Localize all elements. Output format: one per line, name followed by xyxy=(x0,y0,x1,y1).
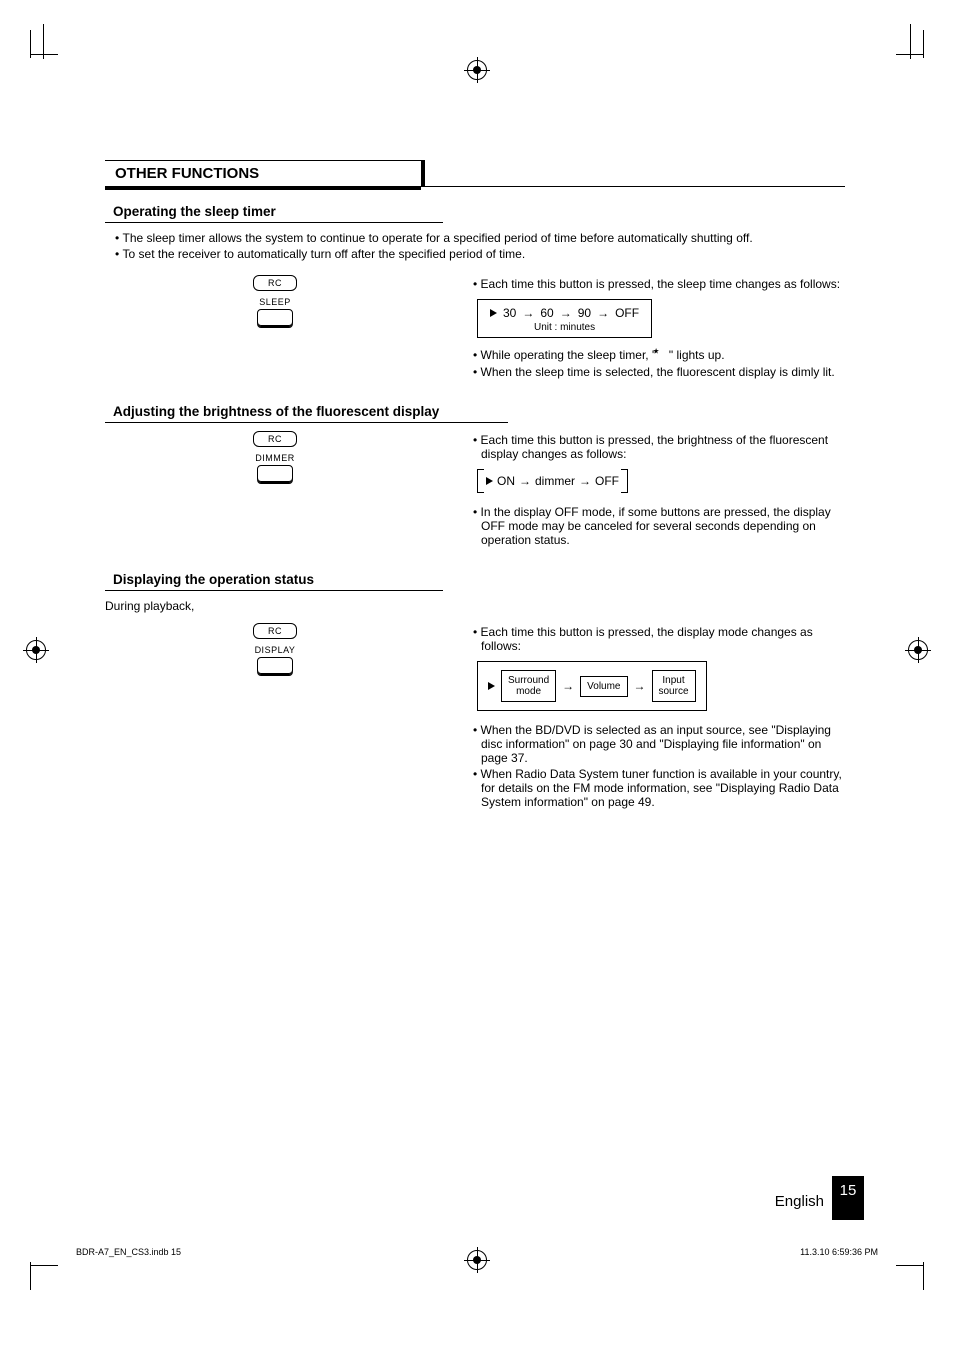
page-content: OTHER FUNCTIONS Operating the sleep time… xyxy=(105,160,845,831)
section-title: OTHER FUNCTIONS xyxy=(105,160,425,186)
registration-mark-bottom xyxy=(467,1250,487,1270)
footer-file: BDR-A7_EN_CS3.indb 15 xyxy=(76,1247,181,1257)
crop-mark-tr xyxy=(895,30,924,58)
footer-timestamp: 11.3.10 6:59:36 PM xyxy=(800,1247,878,1257)
key-icon-sleep xyxy=(257,309,293,327)
dimmer-note-1: • Each time this button is pressed, the … xyxy=(481,433,845,461)
sleep-cycle-off: OFF xyxy=(615,306,639,320)
tri-icon xyxy=(490,309,497,317)
rc-badge-dimmer: RC xyxy=(253,431,297,447)
button-label-dimmer: DIMMER xyxy=(255,453,295,463)
sleep-intro: • The sleep timer allows the system to c… xyxy=(105,231,845,261)
registration-mark-top xyxy=(467,60,487,80)
sleep-intro-1: • The sleep timer allows the system to c… xyxy=(123,231,845,245)
dimmer-cycle-diagram: ON → dimmer → OFF xyxy=(477,469,628,493)
display-cycle-diagram: Surroundmode → Volume → Inputsource xyxy=(477,661,707,711)
crop-mark-br xyxy=(895,1262,924,1290)
crop-mark-tl xyxy=(30,30,59,58)
footer-page-number: 15 xyxy=(832,1176,864,1220)
rc-badge-display: RC xyxy=(253,623,297,639)
crop-mark-bl xyxy=(30,1262,59,1290)
key-icon-display xyxy=(257,657,293,675)
sleep-intro-2: • To set the receiver to automatically t… xyxy=(123,247,845,261)
footer-language: English xyxy=(775,1193,824,1210)
dimmer-cycle-off: OFF xyxy=(595,474,619,488)
sleep-note-3: • When the sleep time is selected, the f… xyxy=(481,365,845,379)
subheading-display: Displaying the operation status xyxy=(105,569,443,591)
sleep-cycle-90: 90 xyxy=(578,306,591,320)
sleep-cycle-unit: Unit : minutes xyxy=(490,322,639,333)
button-label-sleep: SLEEP xyxy=(259,297,291,307)
display-note-2: • When the BD/DVD is selected as an inpu… xyxy=(481,723,845,765)
dimmer-cycle-on: ON xyxy=(497,474,515,488)
display-pretext: During playback, xyxy=(105,599,845,613)
box-input-source: Inputsource xyxy=(652,670,696,702)
box-volume: Volume xyxy=(580,676,627,697)
sleep-cycle-30: 30 xyxy=(503,306,516,320)
sleep-cycle-diagram: 30 → 60 → 90 → OFF Unit : minutes xyxy=(477,299,652,338)
moon-icon xyxy=(660,348,666,363)
display-note-1: • Each time this button is pressed, the … xyxy=(481,625,845,653)
registration-mark-right xyxy=(908,640,928,660)
dimmer-note-2: • In the display OFF mode, if some butto… xyxy=(481,505,845,547)
rc-badge-sleep: RC xyxy=(253,275,297,291)
tri-icon xyxy=(486,477,493,485)
registration-mark-left xyxy=(26,640,46,660)
display-note-3: • When Radio Data System tuner function … xyxy=(481,767,845,809)
subheading-sleep: Operating the sleep timer xyxy=(105,201,443,223)
box-surround-mode: Surroundmode xyxy=(501,670,556,702)
sleep-note-1: • Each time this button is pressed, the … xyxy=(481,277,845,291)
key-icon-dimmer xyxy=(257,465,293,483)
sleep-note-2: • While operating the sleep timer, " " l… xyxy=(481,348,845,363)
sleep-cycle-60: 60 xyxy=(540,306,553,320)
button-label-display: DISPLAY xyxy=(255,645,296,655)
tri-icon xyxy=(488,682,495,690)
subheading-dimmer: Adjusting the brightness of the fluoresc… xyxy=(105,401,508,423)
dimmer-cycle-dimmer: dimmer xyxy=(535,474,575,488)
